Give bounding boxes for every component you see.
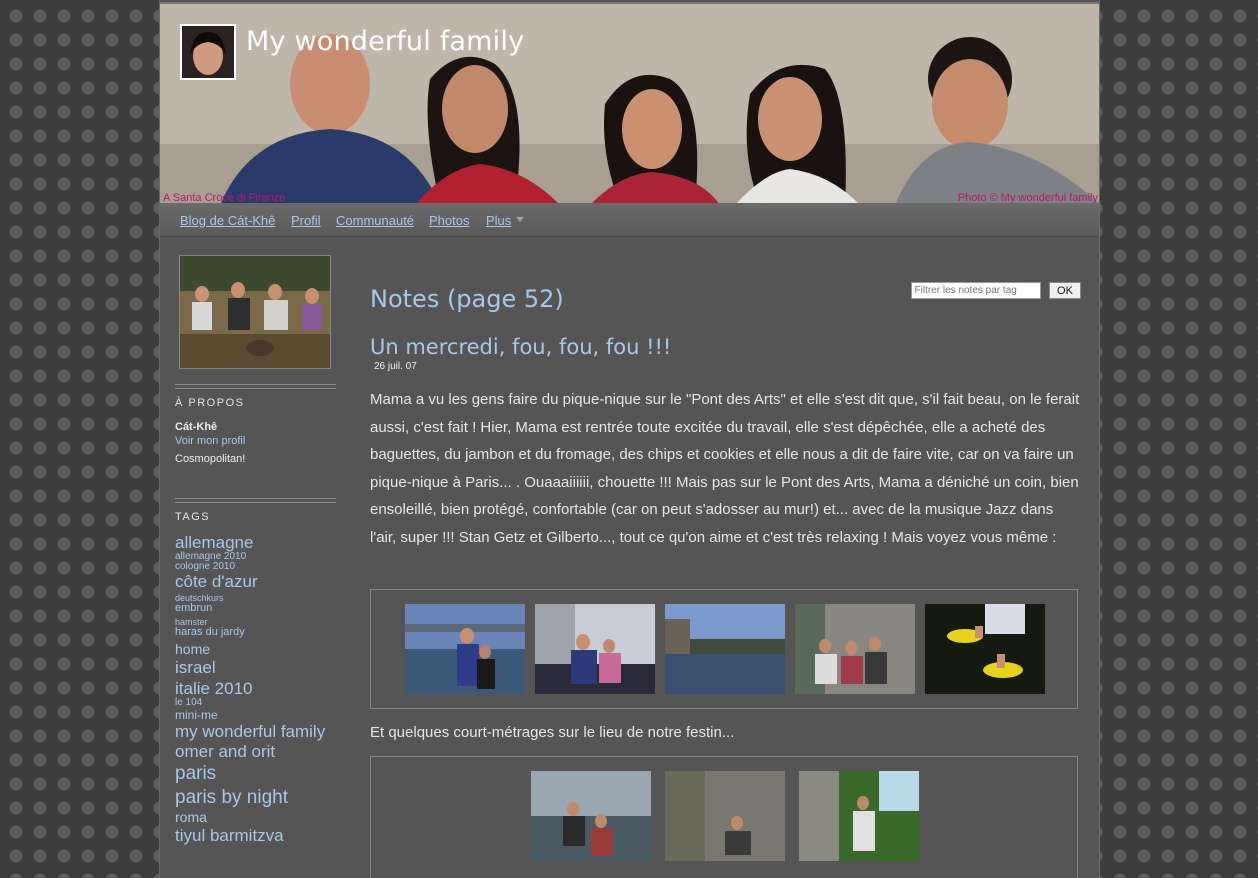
thumbnail-image [665, 604, 785, 694]
avatar-portrait-image [182, 26, 234, 78]
page-container: My wonderful family A Santa Croce di Fir… [159, 0, 1100, 878]
view-profile-link[interactable]: Voir mon profil [175, 435, 245, 447]
nav-item-blog[interactable]: Blog de Cát-Khê [180, 213, 275, 228]
gallery-thumbnail[interactable] [405, 604, 525, 694]
thumbnail-image [799, 771, 919, 861]
video-thumbnail[interactable] [665, 771, 785, 861]
thumbnail-image [795, 604, 915, 694]
tag-filter-ok-button[interactable]: OK [1049, 282, 1081, 300]
tag-link[interactable]: italie 2010 [175, 680, 345, 698]
nav-item-profil[interactable]: Profil [291, 213, 321, 228]
tags-heading: TAGS [175, 511, 211, 523]
site-title[interactable]: My wonderful family [246, 26, 524, 57]
tag-link[interactable]: embrun [175, 603, 345, 615]
tag-link[interactable]: allemagne [175, 534, 345, 552]
tag-link[interactable]: le 104 [175, 698, 345, 709]
about-description: Cosmopolitan! [175, 453, 246, 465]
sidebar-divider [175, 384, 336, 389]
tag-filter-input[interactable] [910, 282, 1041, 300]
tag-link[interactable]: omer and orit [175, 743, 345, 761]
about-heading: À PROPOS [175, 397, 245, 409]
tag-link[interactable]: israel [175, 659, 345, 677]
gallery-thumbnail[interactable] [925, 604, 1045, 694]
video-thumbnail[interactable] [799, 771, 919, 861]
tag-cloud: allemagne allemagne 2010 cologne 2010 cô… [175, 534, 345, 845]
page-title: Notes (page 52) [370, 285, 564, 313]
tag-link[interactable]: paris [175, 763, 345, 784]
tag-link[interactable]: mini-me [175, 708, 345, 722]
nav-item-communaute[interactable]: Communauté [336, 213, 414, 228]
sidebar-divider [175, 498, 336, 503]
video-gallery [370, 756, 1078, 878]
post-body-continued: Et quelques court-métrages sur le lieu d… [370, 724, 735, 741]
tag-filter-form: OK [910, 282, 1081, 300]
blog-avatar[interactable] [180, 24, 236, 80]
nav-item-photos[interactable]: Photos [429, 213, 469, 228]
gallery-thumbnail[interactable] [795, 604, 915, 694]
post-date: 26 juil. 07 [374, 361, 417, 372]
chevron-down-icon[interactable] [516, 217, 524, 222]
thumbnail-image [925, 604, 1045, 694]
photo-gallery [370, 589, 1078, 709]
video-thumbnail[interactable] [531, 771, 651, 861]
tag-link[interactable]: my wonderful family [175, 723, 345, 741]
header-banner: My wonderful family A Santa Croce di Fir… [160, 2, 1099, 205]
tag-link[interactable]: tiyul barmitzva [175, 827, 345, 845]
tag-link[interactable]: roma [175, 809, 345, 825]
author-name: Cát-Khê [175, 421, 218, 433]
gallery-thumbnail[interactable] [665, 604, 785, 694]
tag-link[interactable]: paris by night [175, 787, 345, 808]
post-title[interactable]: Un mercredi, fou, fou, fou !!! [370, 335, 671, 359]
thumbnail-image [535, 604, 655, 694]
tag-link[interactable]: haras du jardy [175, 627, 345, 639]
post-body: Mama a vu les gens faire du pique-nique … [370, 391, 1080, 546]
main-navigation: Blog de Cát-Khê Profil Communauté Photos… [160, 203, 1099, 237]
thumbnail-image [531, 771, 651, 861]
tag-link[interactable]: côte d'azur [175, 572, 345, 591]
tag-link[interactable]: home [175, 641, 345, 657]
sidebar-group-photo [180, 256, 330, 368]
sidebar-photo[interactable] [179, 255, 331, 369]
thumbnail-image [665, 771, 785, 861]
nav-item-plus[interactable]: Plus [486, 213, 511, 228]
gallery-thumbnail[interactable] [535, 604, 655, 694]
thumbnail-image [405, 604, 525, 694]
